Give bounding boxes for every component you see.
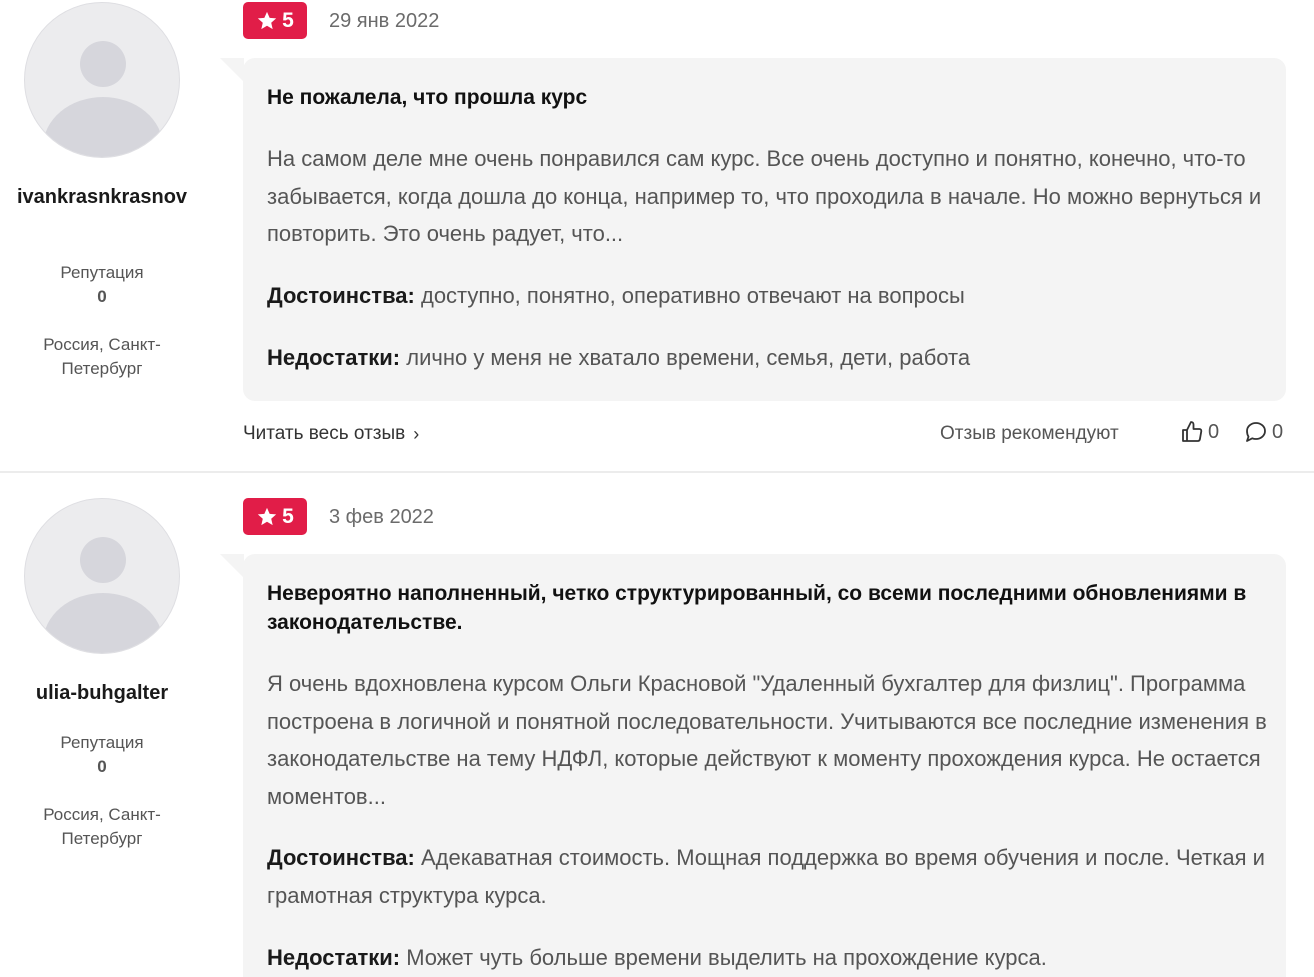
- review-card: ivankrasnkrasnov Репутация 0 Россия, Сан…: [0, 0, 1314, 472]
- reputation-label: Репутация: [60, 733, 144, 752]
- cons-label: Недостатки:: [267, 345, 401, 370]
- like-count: 0: [1208, 420, 1220, 443]
- pros-text: доступно, понятно, оперативно отвечают н…: [414, 283, 965, 308]
- avatar-body-shape: [43, 593, 163, 653]
- pros-label: Достоинства:: [267, 845, 415, 870]
- pros-label: Достоинства:: [267, 283, 415, 308]
- reputation-value: 0: [97, 287, 107, 306]
- author-name[interactable]: ivankrasnkrasnov: [6, 183, 198, 211]
- cons-label: Недостатки:: [267, 945, 401, 970]
- rating-value: 5: [282, 8, 294, 32]
- author-name[interactable]: ulia-buhgalter: [6, 679, 198, 707]
- chevron-right-icon: ›: [413, 424, 420, 444]
- review-bubble: Не пожалела, что прошла курс На самом де…: [243, 58, 1286, 401]
- read-full-review-link[interactable]: Читать весь отзыв ›: [243, 421, 419, 447]
- comments-button[interactable]: 0: [1244, 420, 1283, 444]
- review-pros: Достоинства: доступно, понятно, оператив…: [267, 277, 1267, 315]
- review-date: 3 фев 2022: [329, 506, 434, 528]
- cons-text: Может чуть больше времени выделить на пр…: [400, 945, 1047, 970]
- reputation-value: 0: [97, 757, 107, 776]
- avatar-head-shape: [80, 41, 126, 87]
- thumbs-up-icon: [1182, 421, 1203, 442]
- review-title[interactable]: Не пожалела, что прошла курс: [267, 83, 1267, 112]
- bubble-tail: [220, 554, 244, 578]
- star-icon: [257, 11, 277, 29]
- like-button[interactable]: 0: [1180, 420, 1219, 444]
- review-text: Я очень вдохновлена курсом Ольги Краснов…: [267, 671, 1267, 809]
- review-title[interactable]: Невероятно наполненный, четко структурир…: [267, 579, 1267, 637]
- review-cons: Недостатки: Может чуть больше времени вы…: [267, 939, 1267, 977]
- author-location: Россия, Санкт-Петербург: [43, 335, 161, 378]
- review-bubble: Невероятно наполненный, четко структурир…: [243, 554, 1286, 977]
- review-text: На самом деле мне очень понравился сам к…: [267, 146, 1262, 246]
- avatar-head-shape: [80, 537, 126, 583]
- review-card: ulia-buhgalter Репутация 0 Россия, Санкт…: [0, 473, 1314, 977]
- rating-value: 5: [282, 504, 294, 528]
- rating-badge: 5: [243, 498, 307, 535]
- review-date: 29 янв 2022: [329, 10, 440, 32]
- comment-count: 0: [1272, 420, 1284, 443]
- cons-text: лично у меня не хватало времени, семья, …: [400, 345, 971, 370]
- recommend-label: Отзыв рекомендуют: [940, 423, 1119, 444]
- comment-icon: [1246, 422, 1266, 442]
- read-more-label: Читать весь отзыв: [243, 423, 406, 444]
- star-icon: [257, 507, 277, 525]
- avatar-body-shape: [43, 97, 163, 157]
- review-cons: Недостатки: лично у меня не хватало врем…: [267, 339, 1267, 377]
- avatar[interactable]: [24, 2, 180, 158]
- author-location: Россия, Санкт-Петербург: [43, 805, 161, 848]
- bubble-tail: [220, 58, 244, 82]
- rating-badge: 5: [243, 2, 307, 39]
- reputation-label: Репутация: [60, 263, 144, 282]
- review-pros: Достоинства: Адекаватная стоимость. Мощн…: [267, 839, 1267, 914]
- avatar[interactable]: [24, 498, 180, 654]
- pros-text: Адекаватная стоимость. Мощная поддержка …: [267, 845, 1265, 908]
